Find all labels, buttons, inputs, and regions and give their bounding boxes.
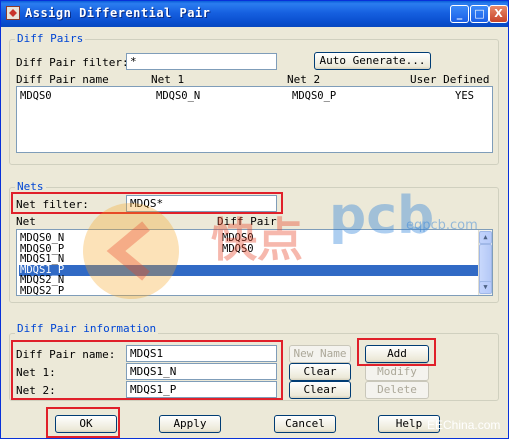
highlight-diff-pair-info [11,340,283,400]
scroll-down-icon[interactable]: ▼ [479,281,492,294]
assign-diff-pair-dialog: Assign Differential Pair _ □ X Diff Pair… [0,0,509,439]
diff-pair-net1-cell: MDQS0_N [156,90,201,102]
diff-pair-user-defined-cell: YES [455,90,474,102]
eechina-credit: EEChina.com [427,418,501,432]
highlight-net-filter [11,192,283,214]
highlight-add-button [357,338,436,366]
scroll-up-icon[interactable]: ▲ [479,231,492,244]
diff-pairs-group-label: Diff Pairs [15,32,86,45]
diff-pair-name-cell: MDQS0 [20,90,52,102]
list-item[interactable]: MDQS2_P [19,286,479,296]
col-net: Net [16,215,36,228]
scroll-thumb[interactable] [479,244,492,284]
list-item[interactable]: MDQS0 MDQS0_N MDQS0_P YES [19,91,489,102]
diff-pair-info-group-label: Diff Pair information [15,322,159,335]
app-icon [6,6,20,20]
delete-button[interactable]: Delete [365,381,429,399]
auto-generate-button[interactable]: Auto Generate... [314,52,431,70]
cancel-button[interactable]: Cancel [274,415,336,433]
diff-pair-list[interactable]: MDQS0 MDQS0_N MDQS0_P YES [16,86,493,153]
col-diff-pair-name: Diff Pair name [16,73,109,86]
list-item[interactable]: MDQS2_N [19,275,479,286]
maximize-button[interactable]: □ [470,5,489,23]
highlight-ok-button [46,407,120,438]
window-title: Assign Differential Pair [25,6,211,20]
new-name-button[interactable]: New Name [289,345,351,363]
diff-pair-filter-input[interactable]: * [126,53,277,70]
col-user-defined: User Defined [410,73,490,86]
diff-pair-filter-label: Diff Pair filter: [16,56,129,69]
minimize-button[interactable]: _ [450,5,469,23]
col-net1: Net 1 [151,73,185,86]
close-button[interactable]: X [489,5,508,23]
apply-button[interactable]: Apply [159,415,221,433]
nets-list[interactable]: MDQS0_N MDQS0 MDQS0_P MDQS0 MDQS1_N MDQS… [16,229,493,296]
diff-pair-net2-cell: MDQS0_P [292,90,337,102]
col-diff-pair: Diff Pair [217,215,277,228]
net-name-cell: MDQS2_P [20,285,65,296]
col-net2: Net 2 [287,73,321,86]
nets-list-scrollbar[interactable]: ▲ ▼ [478,230,492,295]
clear-net2-button[interactable]: Clear [289,381,351,399]
title-bar[interactable]: Assign Differential Pair _ □ X [1,1,508,27]
list-item[interactable]: MDQS1_N [19,254,479,265]
clear-net1-button[interactable]: Clear [289,363,351,381]
